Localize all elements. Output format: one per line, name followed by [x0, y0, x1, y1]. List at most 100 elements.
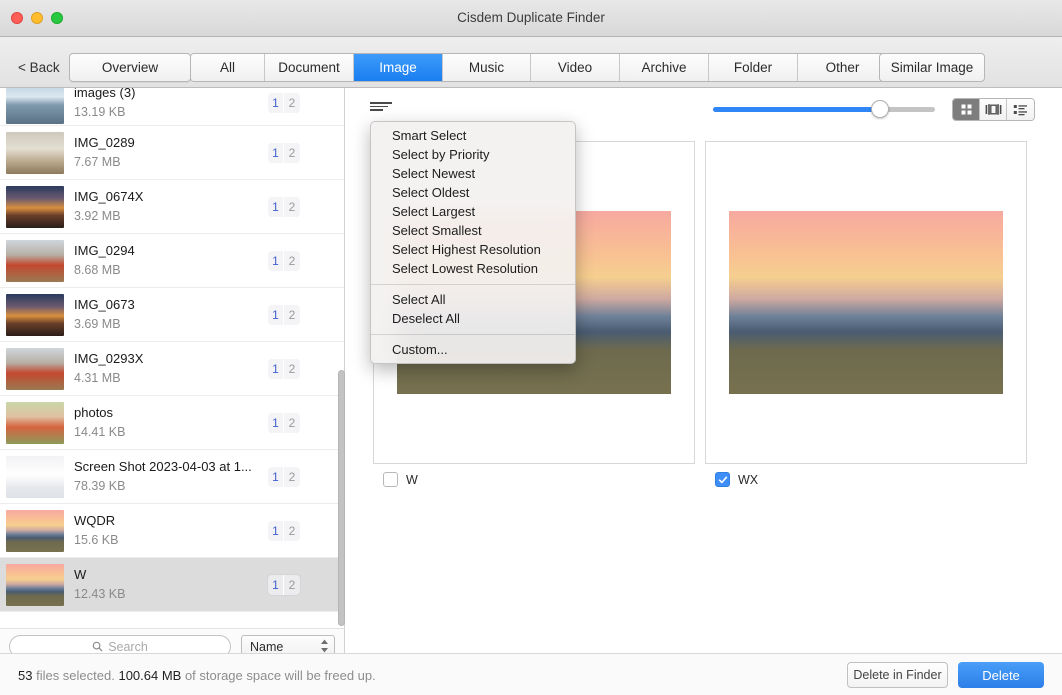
page-indicator-1[interactable]: 1: [268, 197, 284, 217]
image-preview[interactable]: [729, 211, 1003, 394]
file-size: 7.67 MB: [74, 154, 268, 171]
tab-image[interactable]: Image: [354, 54, 443, 81]
file-thumbnail: [6, 348, 64, 390]
page-indicator[interactable]: 12: [268, 197, 300, 217]
page-indicator-2[interactable]: 2: [284, 251, 300, 271]
similar-image-button[interactable]: Similar Image: [879, 53, 985, 82]
tab-all[interactable]: All: [191, 54, 265, 81]
card-label-row: WX: [705, 472, 1027, 487]
page-indicator-2[interactable]: 2: [284, 197, 300, 217]
file-meta: IMG_02948.68 MB: [74, 242, 268, 279]
file-size: 4.31 MB: [74, 370, 268, 387]
file-size: 13.19 KB: [74, 104, 268, 121]
back-button[interactable]: < Back: [18, 60, 60, 75]
tab-video[interactable]: Video: [531, 54, 620, 81]
page-indicator-1[interactable]: 1: [268, 93, 284, 113]
file-name: photos: [74, 404, 268, 422]
page-indicator-2[interactable]: 2: [284, 413, 300, 433]
chevron-up-icon: [320, 639, 329, 645]
page-indicator-1[interactable]: 1: [268, 575, 284, 595]
page-indicator[interactable]: 12: [268, 467, 300, 487]
file-meta: images (3)13.19 KB: [74, 88, 268, 121]
tab-document[interactable]: Document: [265, 54, 354, 81]
menu-item-select-by-priority[interactable]: Select by Priority: [371, 145, 575, 164]
page-indicator[interactable]: 12: [268, 93, 300, 113]
page-indicator[interactable]: 12: [268, 143, 300, 163]
page-indicator-2[interactable]: 2: [284, 359, 300, 379]
tab-archive[interactable]: Archive: [620, 54, 709, 81]
file-list-item[interactable]: images (3)13.19 KB12: [0, 88, 344, 126]
menu-item-custom[interactable]: Custom...: [371, 340, 575, 359]
menu-separator: [371, 284, 575, 285]
delete-button[interactable]: Delete: [958, 662, 1044, 688]
file-thumbnail: [6, 402, 64, 444]
menu-item-deselect-all[interactable]: Deselect All: [371, 309, 575, 328]
menu-item-select-lowest-resolution[interactable]: Select Lowest Resolution: [371, 259, 575, 278]
page-indicator[interactable]: 12: [268, 521, 300, 541]
select-context-menu[interactable]: Smart SelectSelect by PrioritySelect New…: [370, 121, 576, 364]
menu-item-select-highest-resolution[interactable]: Select Highest Resolution: [371, 240, 575, 259]
tab-music[interactable]: Music: [443, 54, 531, 81]
overview-button[interactable]: Overview: [69, 53, 191, 82]
check-icon: [718, 475, 728, 485]
grid-icon: [960, 103, 973, 116]
grid-view-button[interactable]: [953, 99, 980, 120]
coverflow-view-button[interactable]: [980, 99, 1007, 120]
file-list-sidebar[interactable]: images (3)13.19 KB12IMG_02897.67 MB12IMG…: [0, 88, 345, 628]
file-name: W: [74, 566, 268, 584]
page-indicator-1[interactable]: 1: [268, 359, 284, 379]
page-indicator-2[interactable]: 2: [284, 467, 300, 487]
file-thumbnail: [6, 132, 64, 174]
file-list-item[interactable]: Screen Shot 2023-04-03 at 1...78.39 KB12: [0, 450, 344, 504]
page-indicator-1[interactable]: 1: [268, 521, 284, 541]
file-list-item[interactable]: photos14.41 KB12: [0, 396, 344, 450]
view-mode-switch: [952, 98, 1035, 121]
tab-folder[interactable]: Folder: [709, 54, 798, 81]
window-title: Cisdem Duplicate Finder: [0, 10, 1062, 25]
hamburger-icon[interactable]: [370, 102, 392, 111]
page-indicator-2[interactable]: 2: [284, 575, 300, 595]
card-checkbox[interactable]: [383, 472, 398, 487]
page-indicator-1[interactable]: 1: [268, 467, 284, 487]
page-indicator-1[interactable]: 1: [268, 305, 284, 325]
menu-item-smart-select[interactable]: Smart Select: [371, 126, 575, 145]
page-indicator-1[interactable]: 1: [268, 413, 284, 433]
page-indicator-2[interactable]: 2: [284, 521, 300, 541]
page-indicator[interactable]: 12: [268, 575, 300, 595]
file-list-item[interactable]: IMG_02948.68 MB12: [0, 234, 344, 288]
menu-item-select-newest[interactable]: Select Newest: [371, 164, 575, 183]
tab-other[interactable]: Other: [798, 54, 887, 81]
tab-label: Folder: [734, 60, 772, 75]
page-indicator[interactable]: 12: [268, 413, 300, 433]
page-indicator[interactable]: 12: [268, 305, 300, 325]
file-list-item[interactable]: WQDR15.6 KB12: [0, 504, 344, 558]
stepper-arrows[interactable]: [320, 639, 329, 653]
file-list-item[interactable]: W12.43 KB12: [0, 558, 344, 612]
menu-item-select-smallest[interactable]: Select Smallest: [371, 221, 575, 240]
page-indicator[interactable]: 12: [268, 251, 300, 271]
file-meta: WQDR15.6 KB: [74, 512, 268, 549]
zoom-slider-knob[interactable]: [871, 100, 889, 118]
menu-item-select-all[interactable]: Select All: [371, 290, 575, 309]
sidebar-scrollbar-thumb[interactable]: [338, 370, 345, 626]
card-checkbox[interactable]: [715, 472, 730, 487]
file-list-item[interactable]: IMG_0674X3.92 MB12: [0, 180, 344, 234]
image-card[interactable]: [705, 141, 1027, 464]
page-indicator-2[interactable]: 2: [284, 93, 300, 113]
menu-item-select-oldest[interactable]: Select Oldest: [371, 183, 575, 202]
file-list-item[interactable]: IMG_06733.69 MB12: [0, 288, 344, 342]
page-indicator-1[interactable]: 1: [268, 251, 284, 271]
delete-in-finder-button[interactable]: Delete in Finder: [847, 662, 948, 688]
list-view-button[interactable]: [1007, 99, 1034, 120]
page-indicator-1[interactable]: 1: [268, 143, 284, 163]
menu-item-select-largest[interactable]: Select Largest: [371, 202, 575, 221]
file-list-item[interactable]: IMG_02897.67 MB12: [0, 126, 344, 180]
page-indicator-2[interactable]: 2: [284, 143, 300, 163]
page-indicator-2[interactable]: 2: [284, 305, 300, 325]
page-indicator[interactable]: 12: [268, 359, 300, 379]
zoom-slider[interactable]: [713, 107, 935, 112]
file-thumbnail: [6, 510, 64, 552]
file-size: 3.92 MB: [74, 208, 268, 225]
file-list-item[interactable]: IMG_0293X4.31 MB12: [0, 342, 344, 396]
tab-label: Other: [826, 60, 860, 75]
